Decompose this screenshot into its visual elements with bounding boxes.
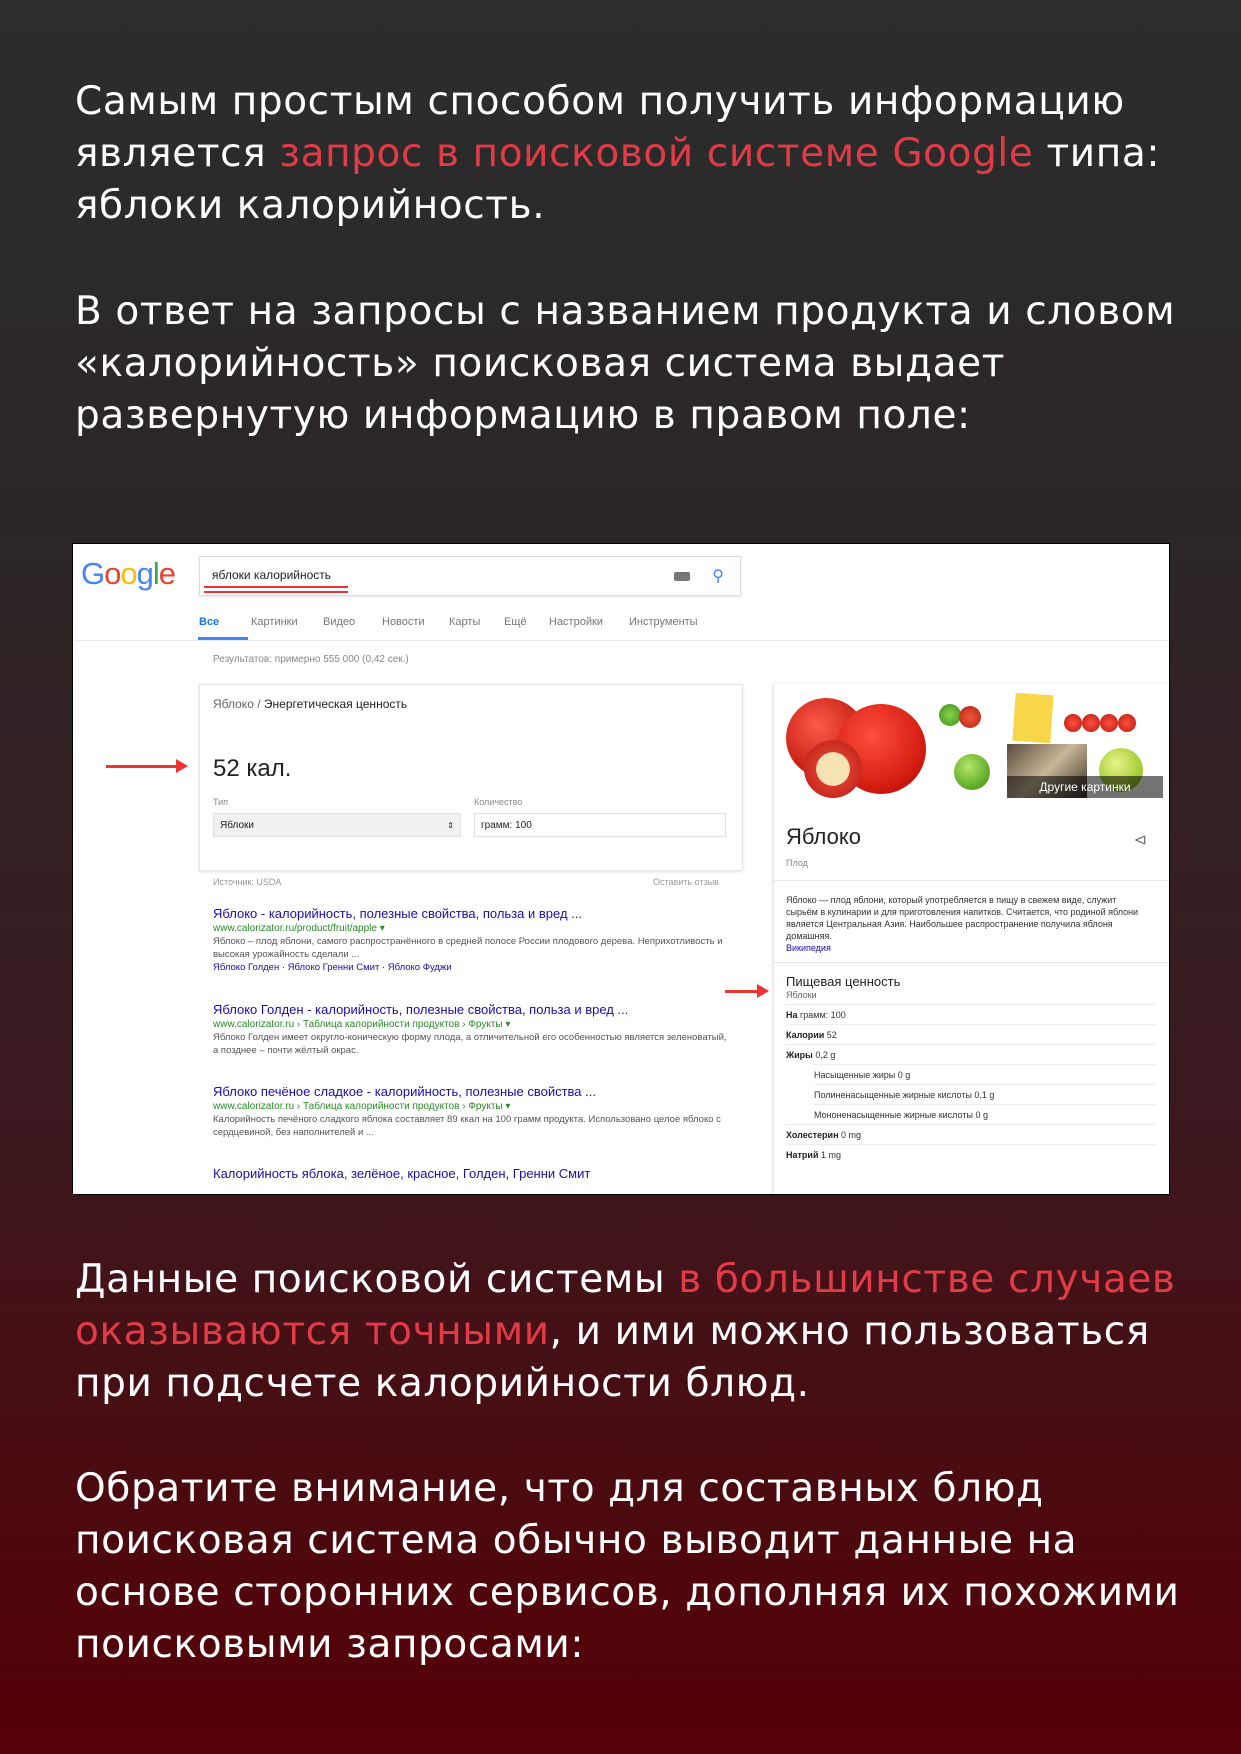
query-underline <box>204 586 348 588</box>
search-query: яблоки калорийность <box>212 568 332 582</box>
apple-half-image[interactable] <box>804 740 862 798</box>
tab-video[interactable]: Видео <box>323 616 355 628</box>
arrow-to-calories-icon <box>106 759 188 773</box>
nutrition-row: Калории 52 <box>786 1024 1156 1045</box>
feedback-link[interactable]: Оставить отзыв <box>653 877 719 887</box>
tabs-divider <box>73 640 1169 641</box>
wikipedia-link[interactable]: Википедия <box>786 943 831 953</box>
tab-tools[interactable]: Инструменты <box>629 616 698 628</box>
nutrition-row: Мононенасыщенные жирные кислоты 0 g <box>814 1104 1156 1125</box>
intro-highlight: запрос в поисковой системе Google <box>279 131 1034 176</box>
result-title[interactable]: Яблоко Голден - калорийность, полезные с… <box>213 1002 733 1017</box>
type-label: Тип <box>213 797 229 807</box>
search-result: Яблоко Голден - калорийность, полезные с… <box>213 1002 733 1057</box>
tab-maps[interactable]: Карты <box>449 616 480 628</box>
note-paragraph: Обратите внимание, что для составных блю… <box>75 1466 1180 1667</box>
nutrition-row: Жиры 0,2 g <box>786 1044 1156 1065</box>
result-title[interactable]: Яблоко - калорийность, полезные свойства… <box>213 906 733 921</box>
type-select[interactable]: Яблоки ⇕ <box>213 813 461 837</box>
nutrition-row: Насыщенные жиры 0 g <box>814 1064 1156 1085</box>
red-apple-image[interactable] <box>959 706 981 728</box>
intro-paragraph: Самым простым способом получить информац… <box>75 76 1185 232</box>
green-apple-image[interactable] <box>939 704 961 726</box>
nutrition-row: Холестерин 0 mg <box>786 1124 1156 1145</box>
calorie-card: Яблоко / Энергетическая ценность 52 кал.… <box>199 684 743 871</box>
search-result: Калорийность яблока, зелёное, красное, Г… <box>213 1166 733 1181</box>
result-snippet: Калорийность печёного сладкого яблока со… <box>213 1114 721 1138</box>
apple-image[interactable] <box>1118 714 1136 732</box>
panel-description: Яблоко — плод яблони, который употребляе… <box>786 895 1139 953</box>
source-label: Источник: USDA <box>213 877 282 887</box>
query-underline-2 <box>204 591 348 593</box>
result-snippet: Яблоко – плод яблони, самого распростран… <box>213 936 723 960</box>
apple-image[interactable] <box>1064 714 1082 732</box>
search-icon[interactable]: ⚲ <box>712 566 724 586</box>
apple-image[interactable] <box>1100 714 1118 732</box>
keyboard-icon[interactable] <box>674 572 690 581</box>
result-url[interactable]: www.calorizator.ru › Таблица калорийност… <box>213 1019 733 1030</box>
nutrition-title: Пищевая ценность <box>786 974 901 989</box>
result-snippet: Яблоко Голден имеет округло-коническую ф… <box>213 1032 727 1056</box>
search-result: Яблоко - калорийность, полезные свойства… <box>213 906 733 973</box>
google-search-screenshot: Google яблоки калорийность ⚲ Все Картинк… <box>72 543 1170 1195</box>
green-apple-image[interactable] <box>954 754 990 790</box>
tab-settings[interactable]: Настройки <box>549 616 603 628</box>
more-pictures-button[interactable]: Другие картинки <box>1007 776 1163 798</box>
note-image[interactable] <box>1012 692 1054 744</box>
quantity-label: Количество <box>474 797 523 807</box>
share-icon[interactable]: ⊲ <box>1134 830 1147 850</box>
arrow-to-nutrition-icon <box>725 984 769 998</box>
panel-title: Яблоко <box>786 824 861 849</box>
select-arrows-icon: ⇕ <box>447 821 454 830</box>
result-title[interactable]: Яблоко печёное сладкое - калорийность, п… <box>213 1084 733 1099</box>
result-url[interactable]: www.calorizator.ru › Таблица калорийност… <box>213 1101 733 1112</box>
nutrition-row: Полиненасыщенные жирные кислоты 0,1 g <box>814 1084 1156 1105</box>
result-url[interactable]: www.calorizator.ru/product/fruit/apple ▾ <box>213 923 733 934</box>
apple-image[interactable] <box>1082 714 1100 732</box>
tab-all[interactable]: Все <box>199 616 219 628</box>
tab-more[interactable]: Ещё <box>504 616 527 628</box>
google-logo: Google <box>81 556 176 591</box>
tab-news[interactable]: Новости <box>382 616 425 628</box>
answer-paragraph: В ответ на запросы с названием продукта … <box>75 289 1176 438</box>
accuracy-paragraph: Данные поисковой системы в большинстве с… <box>75 1254 1185 1410</box>
tab-images[interactable]: Картинки <box>251 616 298 628</box>
result-sitelinks[interactable]: Яблоко Голден · Яблоко Гренни Смит · Ябл… <box>213 962 733 973</box>
calorie-value: 52 кал. <box>213 755 292 782</box>
nutrition-subtitle: Яблоки <box>786 990 817 1000</box>
search-box[interactable]: яблоки калорийность ⚲ <box>199 556 741 596</box>
card-breadcrumb: Яблоко / Энергетическая ценность <box>213 697 408 711</box>
result-title[interactable]: Калорийность яблока, зелёное, красное, Г… <box>213 1166 733 1181</box>
results-count: Результатов: примерно 555 000 (0,42 сек.… <box>213 654 409 665</box>
nutrition-row: Натрий 1 mg <box>786 1144 1156 1165</box>
panel-subtitle: Плод <box>786 858 808 868</box>
knowledge-panel: Другие картинки Яблоко Плод ⊲ Яблоко — п… <box>773 684 1169 1194</box>
quantity-input[interactable]: грамм: 100 <box>474 813 726 837</box>
accuracy-text: Данные поисковой системы <box>75 1257 679 1302</box>
panel-divider <box>774 880 1169 881</box>
nutrition-row: На грамм: 100 <box>786 1004 1156 1025</box>
panel-divider <box>774 962 1169 963</box>
search-result: Яблоко печёное сладкое - калорийность, п… <box>213 1084 733 1139</box>
